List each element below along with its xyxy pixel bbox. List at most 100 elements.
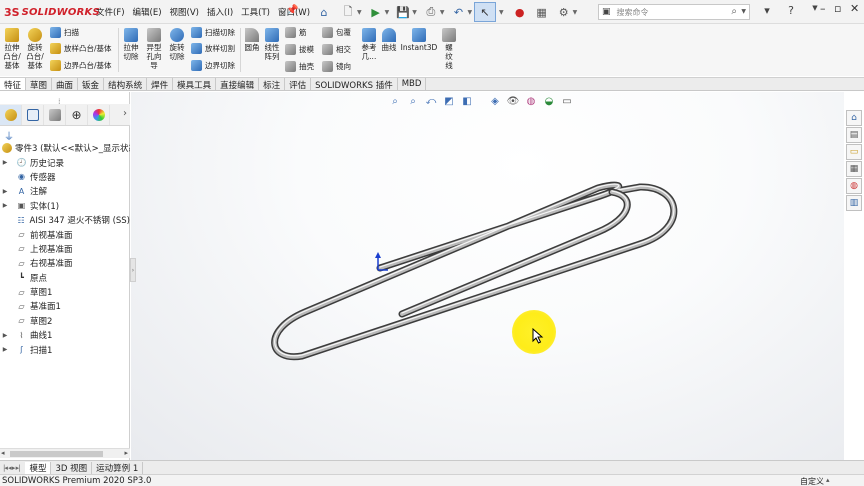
solidworks-resources-icon[interactable]: ⌂ xyxy=(846,110,862,126)
open-folder-icon[interactable]: ▶ xyxy=(368,4,384,20)
rebuild-traffic-light-icon[interactable]: ● xyxy=(512,4,528,20)
extrude-cut-button[interactable]: 拉伸切除 xyxy=(121,28,141,61)
solidworks-logo[interactable]: 3S SOLIDWORKS xyxy=(4,5,100,19)
expand-arrow-icon[interactable]: ▶ xyxy=(0,202,10,209)
view-orientation-icon[interactable]: ◧ xyxy=(460,94,474,108)
instant3d-button[interactable]: Instant3D xyxy=(401,28,437,52)
apply-scene-icon[interactable]: ◒ xyxy=(542,94,556,108)
tree-item[interactable]: ▶ A 注解 xyxy=(0,184,130,198)
tab-direct-editing[interactable]: 直接编辑 xyxy=(216,78,260,91)
revolve-cut-button[interactable]: 旋转切除 xyxy=(167,28,187,61)
sweep-button[interactable]: 扫描 xyxy=(50,27,79,38)
chevron-down-icon[interactable]: ▼ xyxy=(499,9,504,16)
panel-horizontal-scrollbar[interactable]: ◂ ▸ xyxy=(0,448,130,458)
tree-item[interactable]: ◉ 传感器 xyxy=(0,170,130,184)
intersect-button[interactable]: 相交 xyxy=(322,44,351,55)
tab-model[interactable]: 模型 xyxy=(25,461,52,474)
tree-item[interactable]: ▱ 前视基准面 xyxy=(0,227,130,241)
wrap-button[interactable]: 包覆 xyxy=(322,27,351,38)
tree-item[interactable]: ▱ 草图1 xyxy=(0,285,130,299)
view-palette-icon[interactable]: ▦ xyxy=(846,161,862,177)
previous-view-icon[interactable]: ⤺ xyxy=(424,94,438,108)
rib-button[interactable]: 筋 xyxy=(285,27,307,38)
tab-mold-tools[interactable]: 模具工具 xyxy=(173,78,217,91)
tab-mbd[interactable]: MBD xyxy=(398,78,427,90)
help-icon[interactable]: ? xyxy=(784,4,798,17)
tree-root[interactable]: 零件3 (默认<<默认>_显示状态 xyxy=(0,141,130,155)
chevron-down-icon[interactable]: ▼ xyxy=(385,9,390,16)
expand-arrow-icon[interactable]: ▶ xyxy=(0,332,10,339)
chevron-up-icon[interactable]: ▴ xyxy=(826,476,830,484)
configuration-manager-tab[interactable] xyxy=(44,104,66,125)
lofted-cut-button[interactable]: 放样切割 xyxy=(191,43,235,54)
scroll-thumb[interactable] xyxy=(10,451,103,457)
loft-button[interactable]: 放样凸台/基体 xyxy=(50,43,112,54)
chevron-down-icon[interactable]: ▼ xyxy=(412,9,417,16)
chevron-down-icon[interactable]: ▼ xyxy=(357,9,362,16)
chevron-down-icon[interactable]: ▼ xyxy=(741,8,746,15)
scroll-left-icon[interactable]: ◂ xyxy=(1,449,5,457)
swept-cut-button[interactable]: 扫描切除 xyxy=(191,27,235,38)
search-icon[interactable]: ⌕ xyxy=(731,6,737,17)
dimxpert-manager-tab[interactable]: ⊕ xyxy=(66,104,88,125)
tab-weldments[interactable]: 焊件 xyxy=(147,78,174,91)
tree-item[interactable]: ▱ 右视基准面 xyxy=(0,256,130,270)
tab-structure-system[interactable]: 结构系统 xyxy=(104,78,148,91)
expand-arrow-icon[interactable]: ▶ xyxy=(0,346,10,353)
tree-item[interactable]: ▶ ʃ 扫描1 xyxy=(0,342,130,356)
minimize-icon[interactable]: – xyxy=(820,2,826,15)
tree-item[interactable]: ▱ 草图2 xyxy=(0,314,130,328)
reference-geometry-button[interactable]: 参考几... xyxy=(358,28,380,61)
shell-button[interactable]: 抽壳 xyxy=(285,61,314,72)
expand-toolbar-icon[interactable]: ▾ xyxy=(760,4,774,17)
tab-features[interactable]: 特征 xyxy=(0,78,27,91)
section-view-icon[interactable]: ◩ xyxy=(442,94,456,108)
tree-item[interactable]: ▶ 🕘 历史记录 xyxy=(0,155,130,169)
chevron-down-icon[interactable]: ▼ xyxy=(440,9,445,16)
tree-item[interactable]: ☷ AISI 347 退火不锈钢 (SS) xyxy=(0,213,130,227)
menu-view[interactable]: 视图(V) xyxy=(170,6,199,18)
tab-addins[interactable]: SOLIDWORKS 插件 xyxy=(311,78,398,91)
command-search-field[interactable]: ▣ 搜索命令 ⌕ ▼ xyxy=(598,4,750,20)
expand-arrow-icon[interactable]: ▶ xyxy=(0,159,10,166)
maximize-icon[interactable]: ▫ xyxy=(834,2,841,15)
curves-button[interactable]: 曲线 xyxy=(380,28,398,52)
chevron-right-icon[interactable]: › xyxy=(123,108,127,119)
zoom-to-fit-icon[interactable]: ⌕ xyxy=(388,94,402,108)
pin-icon[interactable]: 📌 xyxy=(286,5,298,16)
undo-icon[interactable]: ↶ xyxy=(451,4,467,20)
home-icon[interactable]: ⌂ xyxy=(316,4,332,20)
print-icon[interactable]: ⎙ xyxy=(423,4,439,20)
display-style-icon[interactable]: ◈ xyxy=(488,94,502,108)
display-manager-tab[interactable] xyxy=(88,104,110,125)
tree-item[interactable]: ┗ 原点 xyxy=(0,271,130,285)
helix-button[interactable]: 螺纹线 xyxy=(440,28,458,70)
fillet-button[interactable]: 圆角 xyxy=(242,28,262,52)
linear-pattern-button[interactable]: 线性阵列 xyxy=(262,28,282,61)
feature-manager-tab[interactable] xyxy=(0,104,22,125)
tab-3d-views[interactable]: 3D 视图 xyxy=(51,461,93,474)
panel-collapse-handle[interactable]: › xyxy=(130,258,136,282)
tab-nav-arrows[interactable]: |◂ ◂ ▸ ▸| xyxy=(3,464,20,472)
file-properties-icon[interactable]: ▦ xyxy=(534,4,550,20)
unit-system[interactable]: 自定义 xyxy=(800,476,824,486)
extrude-boss-button[interactable]: 拉伸凸台/基体 xyxy=(2,28,22,70)
close-icon[interactable]: ✕ xyxy=(850,2,859,15)
custom-properties-icon[interactable]: ▥ xyxy=(846,195,862,211)
select-cursor-button[interactable]: ↖ xyxy=(474,2,496,22)
tab-surfaces[interactable]: 曲面 xyxy=(52,78,79,91)
boundary-boss-button[interactable]: 边界凸台/基体 xyxy=(50,60,112,71)
save-icon[interactable]: 💾 xyxy=(395,4,411,20)
revolve-boss-button[interactable]: 旋转凸台/基体 xyxy=(24,28,46,70)
view-settings-icon[interactable]: ▭ xyxy=(560,94,574,108)
menu-file[interactable]: 文件(F) xyxy=(96,6,125,18)
hide-show-items-icon[interactable]: 👁 xyxy=(506,94,520,108)
appearances-icon[interactable]: ◍ xyxy=(846,178,862,194)
hole-wizard-button[interactable]: 异型孔向导 xyxy=(143,28,165,70)
tab-sheet-metal[interactable]: 钣金 xyxy=(78,78,105,91)
tab-motion-study[interactable]: 运动算例 1 xyxy=(92,461,144,474)
design-library-icon[interactable]: ▤ xyxy=(846,127,862,143)
menu-insert[interactable]: 插入(I) xyxy=(207,6,233,18)
edit-appearance-icon[interactable]: ◍ xyxy=(524,94,538,108)
tab-evaluate[interactable]: 评估 xyxy=(285,78,312,91)
